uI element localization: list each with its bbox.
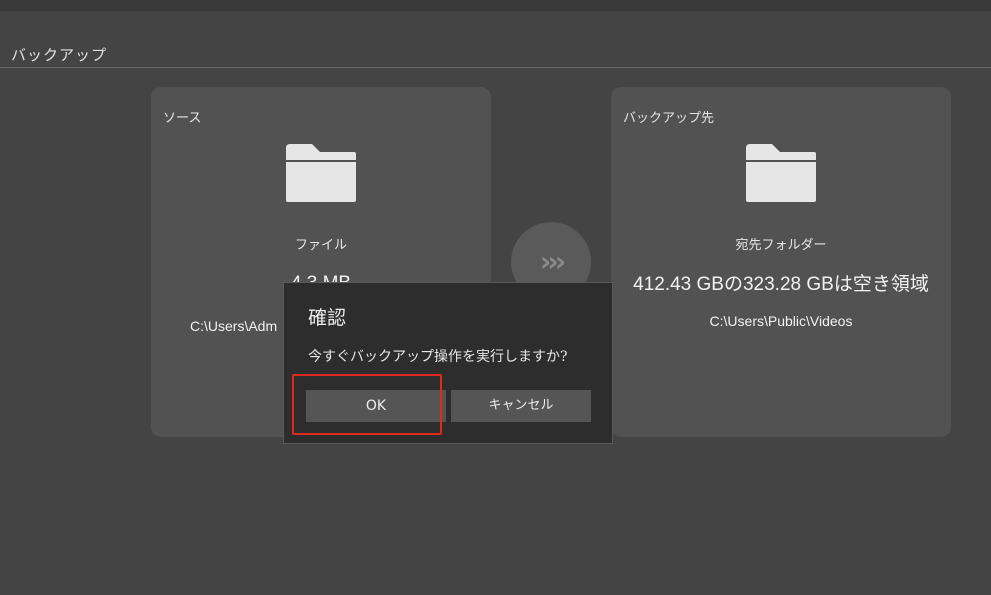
destination-card-title: バックアップ先 <box>623 111 715 126</box>
section-divider <box>0 67 991 68</box>
source-type-label: ファイル <box>294 238 347 253</box>
source-card-title: ソース <box>163 111 202 126</box>
destination-card[interactable]: バックアップ先 宛先フォルダー 412.43 GBの323.28 GBは空き領域… <box>611 87 951 437</box>
destination-type-label: 宛先フォルダー <box>735 238 827 253</box>
dialog-title: 確認 <box>308 307 347 329</box>
folder-icon <box>746 144 816 202</box>
section-title: バックアップ <box>11 46 108 64</box>
top-bar <box>0 0 991 11</box>
destination-path: C:\Users\Public\Videos <box>709 313 853 329</box>
folder-icon <box>286 144 356 202</box>
arrows-glyph: ››› <box>539 245 567 278</box>
cancel-button[interactable]: キャンセル <box>451 390 591 422</box>
dialog-message: 今すぐバックアップ操作を実行しますか? <box>308 349 568 365</box>
ok-highlight-box <box>292 374 442 435</box>
destination-free-space: 412.43 GBの323.28 GBは空き領域 <box>633 274 929 295</box>
